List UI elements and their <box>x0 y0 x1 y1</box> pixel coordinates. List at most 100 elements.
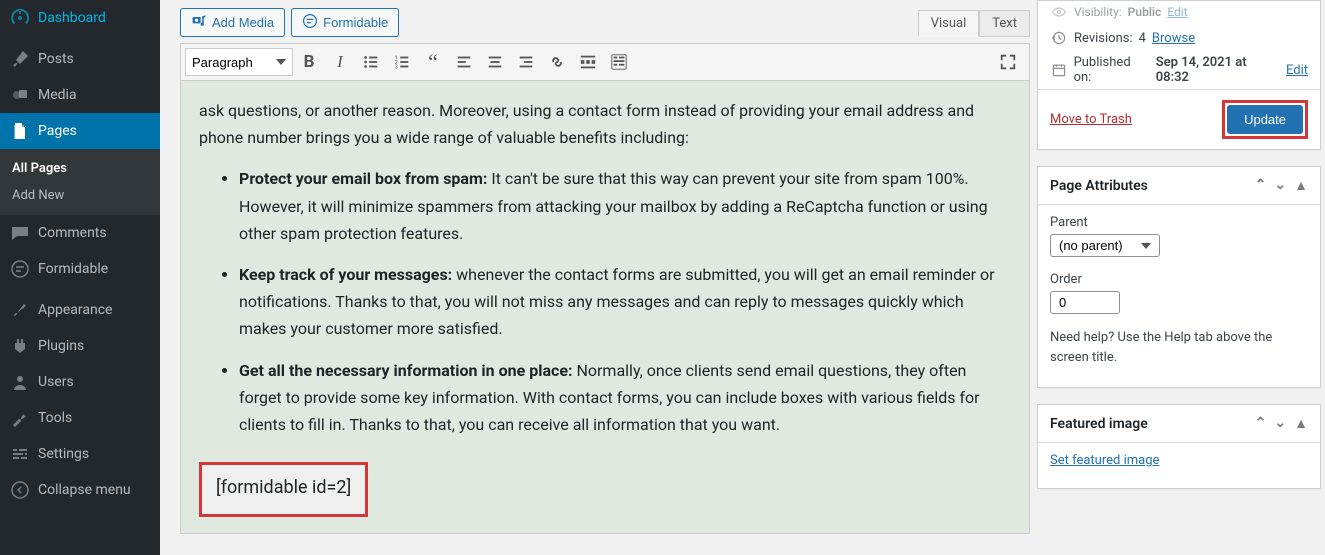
editor-toolbar: Paragraph B I 123 “ <box>180 43 1030 80</box>
fullscreen-button[interactable] <box>993 47 1023 77</box>
menu-settings[interactable]: Settings <box>0 436 160 472</box>
move-down-icon[interactable]: ⌄ <box>1274 415 1286 432</box>
panel-controls: ⌃ ⌄ ▲ <box>1255 177 1308 194</box>
visibility-row: Visibility: Public Edit <box>1038 3 1320 25</box>
editor-content[interactable]: ask questions, or another reason. Moreov… <box>180 80 1030 534</box>
numbered-list-button[interactable]: 123 <box>387 47 417 77</box>
formidable-icon <box>302 13 318 32</box>
main-area: Add Media Formidable Visual Text Paragra… <box>160 0 1325 555</box>
toolbar-toggle-button[interactable] <box>604 47 634 77</box>
benefits-list: Protect your email box from spam: It can… <box>239 165 1011 438</box>
parent-select[interactable]: (no parent) <box>1050 234 1160 257</box>
admin-sidebar: Dashboard Posts Media Pages All Pages Ad… <box>0 0 160 555</box>
menu-label: Formidable <box>38 261 108 277</box>
menu-label: Dashboard <box>38 10 106 26</box>
help-text: Need help? Use the Help tab above the sc… <box>1050 328 1308 367</box>
set-featured-link[interactable]: Set featured image <box>1050 453 1159 468</box>
calendar-icon <box>1050 61 1068 79</box>
tab-visual[interactable]: Visual <box>918 10 980 37</box>
readmore-button[interactable] <box>573 47 603 77</box>
page-attributes-box: Page Attributes ⌃ ⌄ ▲ Parent (no parent)… <box>1037 166 1321 388</box>
dashboard-icon <box>10 8 30 28</box>
browse-revisions-link[interactable]: Browse <box>1152 31 1195 46</box>
brush-icon <box>10 300 30 320</box>
tab-text[interactable]: Text <box>979 10 1030 37</box>
menu-plugins[interactable]: Plugins <box>0 328 160 364</box>
revisions-icon <box>1050 29 1068 47</box>
pages-submenu: All Pages Add New <box>0 149 160 215</box>
menu-label: Tools <box>38 410 72 426</box>
publish-actions: Move to Trash Update <box>1038 89 1320 149</box>
publish-box: Visibility: Public Edit Revisions: 4 Bro… <box>1037 0 1321 150</box>
menu-label: Pages <box>38 123 77 139</box>
list-item: Keep track of your messages: whenever th… <box>239 261 1011 343</box>
menu-posts[interactable]: Posts <box>0 41 160 77</box>
menu-formidable[interactable]: Formidable <box>0 251 160 287</box>
plugin-icon <box>10 336 30 356</box>
update-button[interactable]: Update <box>1227 105 1303 134</box>
blockquote-button[interactable]: “ <box>418 47 448 77</box>
toggle-icon[interactable]: ▲ <box>1294 177 1308 194</box>
editor-wrap: Add Media Formidable Visual Text Paragra… <box>180 8 1030 534</box>
menu-label: Comments <box>38 225 107 241</box>
menu-tools[interactable]: Tools <box>0 400 160 436</box>
menu-users[interactable]: Users <box>0 364 160 400</box>
add-media-button[interactable]: Add Media <box>180 8 285 37</box>
list-item: Protect your email box from spam: It can… <box>239 165 1011 247</box>
order-input[interactable] <box>1050 291 1120 314</box>
pin-icon <box>10 49 30 69</box>
user-icon <box>10 372 30 392</box>
comment-icon <box>10 223 30 243</box>
menu-collapse[interactable]: Collapse menu <box>0 472 160 508</box>
attributes-body: Parent (no parent) Order Need help? Use … <box>1038 205 1320 387</box>
meta-column: Visibility: Public Edit Revisions: 4 Bro… <box>1037 0 1325 505</box>
menu-comments[interactable]: Comments <box>0 215 160 251</box>
submenu-add-new[interactable]: Add New <box>0 182 160 209</box>
menu-label: Users <box>38 374 74 390</box>
list-item: Get all the necessary information in one… <box>239 357 1011 439</box>
formidable-icon <box>10 259 30 279</box>
wrench-icon <box>10 408 30 428</box>
published-row: Published on: Sep 14, 2021 at 08:32 Edit <box>1038 51 1320 89</box>
bold-button[interactable]: B <box>294 47 324 77</box>
move-down-icon[interactable]: ⌄ <box>1274 177 1286 194</box>
shortcode-highlight: [formidable id=2] <box>199 462 368 517</box>
move-to-trash-link[interactable]: Move to Trash <box>1050 112 1132 127</box>
move-up-icon[interactable]: ⌃ <box>1255 177 1267 194</box>
bullet-list-button[interactable] <box>356 47 386 77</box>
menu-media[interactable]: Media <box>0 77 160 113</box>
panel-controls: ⌃ ⌄ ▲ <box>1255 415 1308 432</box>
menu-label: Media <box>38 87 77 103</box>
edit-date-link[interactable]: Edit <box>1286 63 1308 78</box>
formidable-button[interactable]: Formidable <box>291 8 399 37</box>
menu-label: Settings <box>38 446 89 462</box>
edit-visibility-link[interactable]: Edit <box>1167 5 1187 19</box>
menu-label: Plugins <box>38 338 84 354</box>
move-up-icon[interactable]: ⌃ <box>1255 415 1267 432</box>
menu-appearance[interactable]: Appearance <box>0 292 160 328</box>
order-label: Order <box>1050 272 1308 287</box>
menu-pages[interactable]: Pages <box>0 113 160 149</box>
format-select[interactable]: Paragraph <box>185 48 293 76</box>
editor-tabs: Visual Text <box>918 10 1030 37</box>
collapse-icon <box>10 480 30 500</box>
menu-dashboard[interactable]: Dashboard <box>0 0 160 36</box>
menu-label: Appearance <box>38 302 112 318</box>
menu-label: Posts <box>38 51 74 67</box>
submenu-all-pages[interactable]: All Pages <box>0 155 160 182</box>
align-center-button[interactable] <box>480 47 510 77</box>
featured-body: Set featured image <box>1038 443 1320 488</box>
align-left-button[interactable] <box>449 47 479 77</box>
italic-button[interactable]: I <box>325 47 355 77</box>
update-highlight: Update <box>1222 100 1308 139</box>
editor-top-bar: Add Media Formidable Visual Text <box>180 8 1030 37</box>
align-right-button[interactable] <box>511 47 541 77</box>
svg-text:3: 3 <box>395 64 398 70</box>
toggle-icon[interactable]: ▲ <box>1294 415 1308 432</box>
parent-label: Parent <box>1050 215 1308 230</box>
revisions-row: Revisions: 4 Browse <box>1038 25 1320 51</box>
attributes-header[interactable]: Page Attributes ⌃ ⌄ ▲ <box>1038 167 1320 205</box>
menu-label: Collapse menu <box>38 482 131 498</box>
link-button[interactable] <box>542 47 572 77</box>
featured-header[interactable]: Featured image ⌃ ⌄ ▲ <box>1038 405 1320 443</box>
